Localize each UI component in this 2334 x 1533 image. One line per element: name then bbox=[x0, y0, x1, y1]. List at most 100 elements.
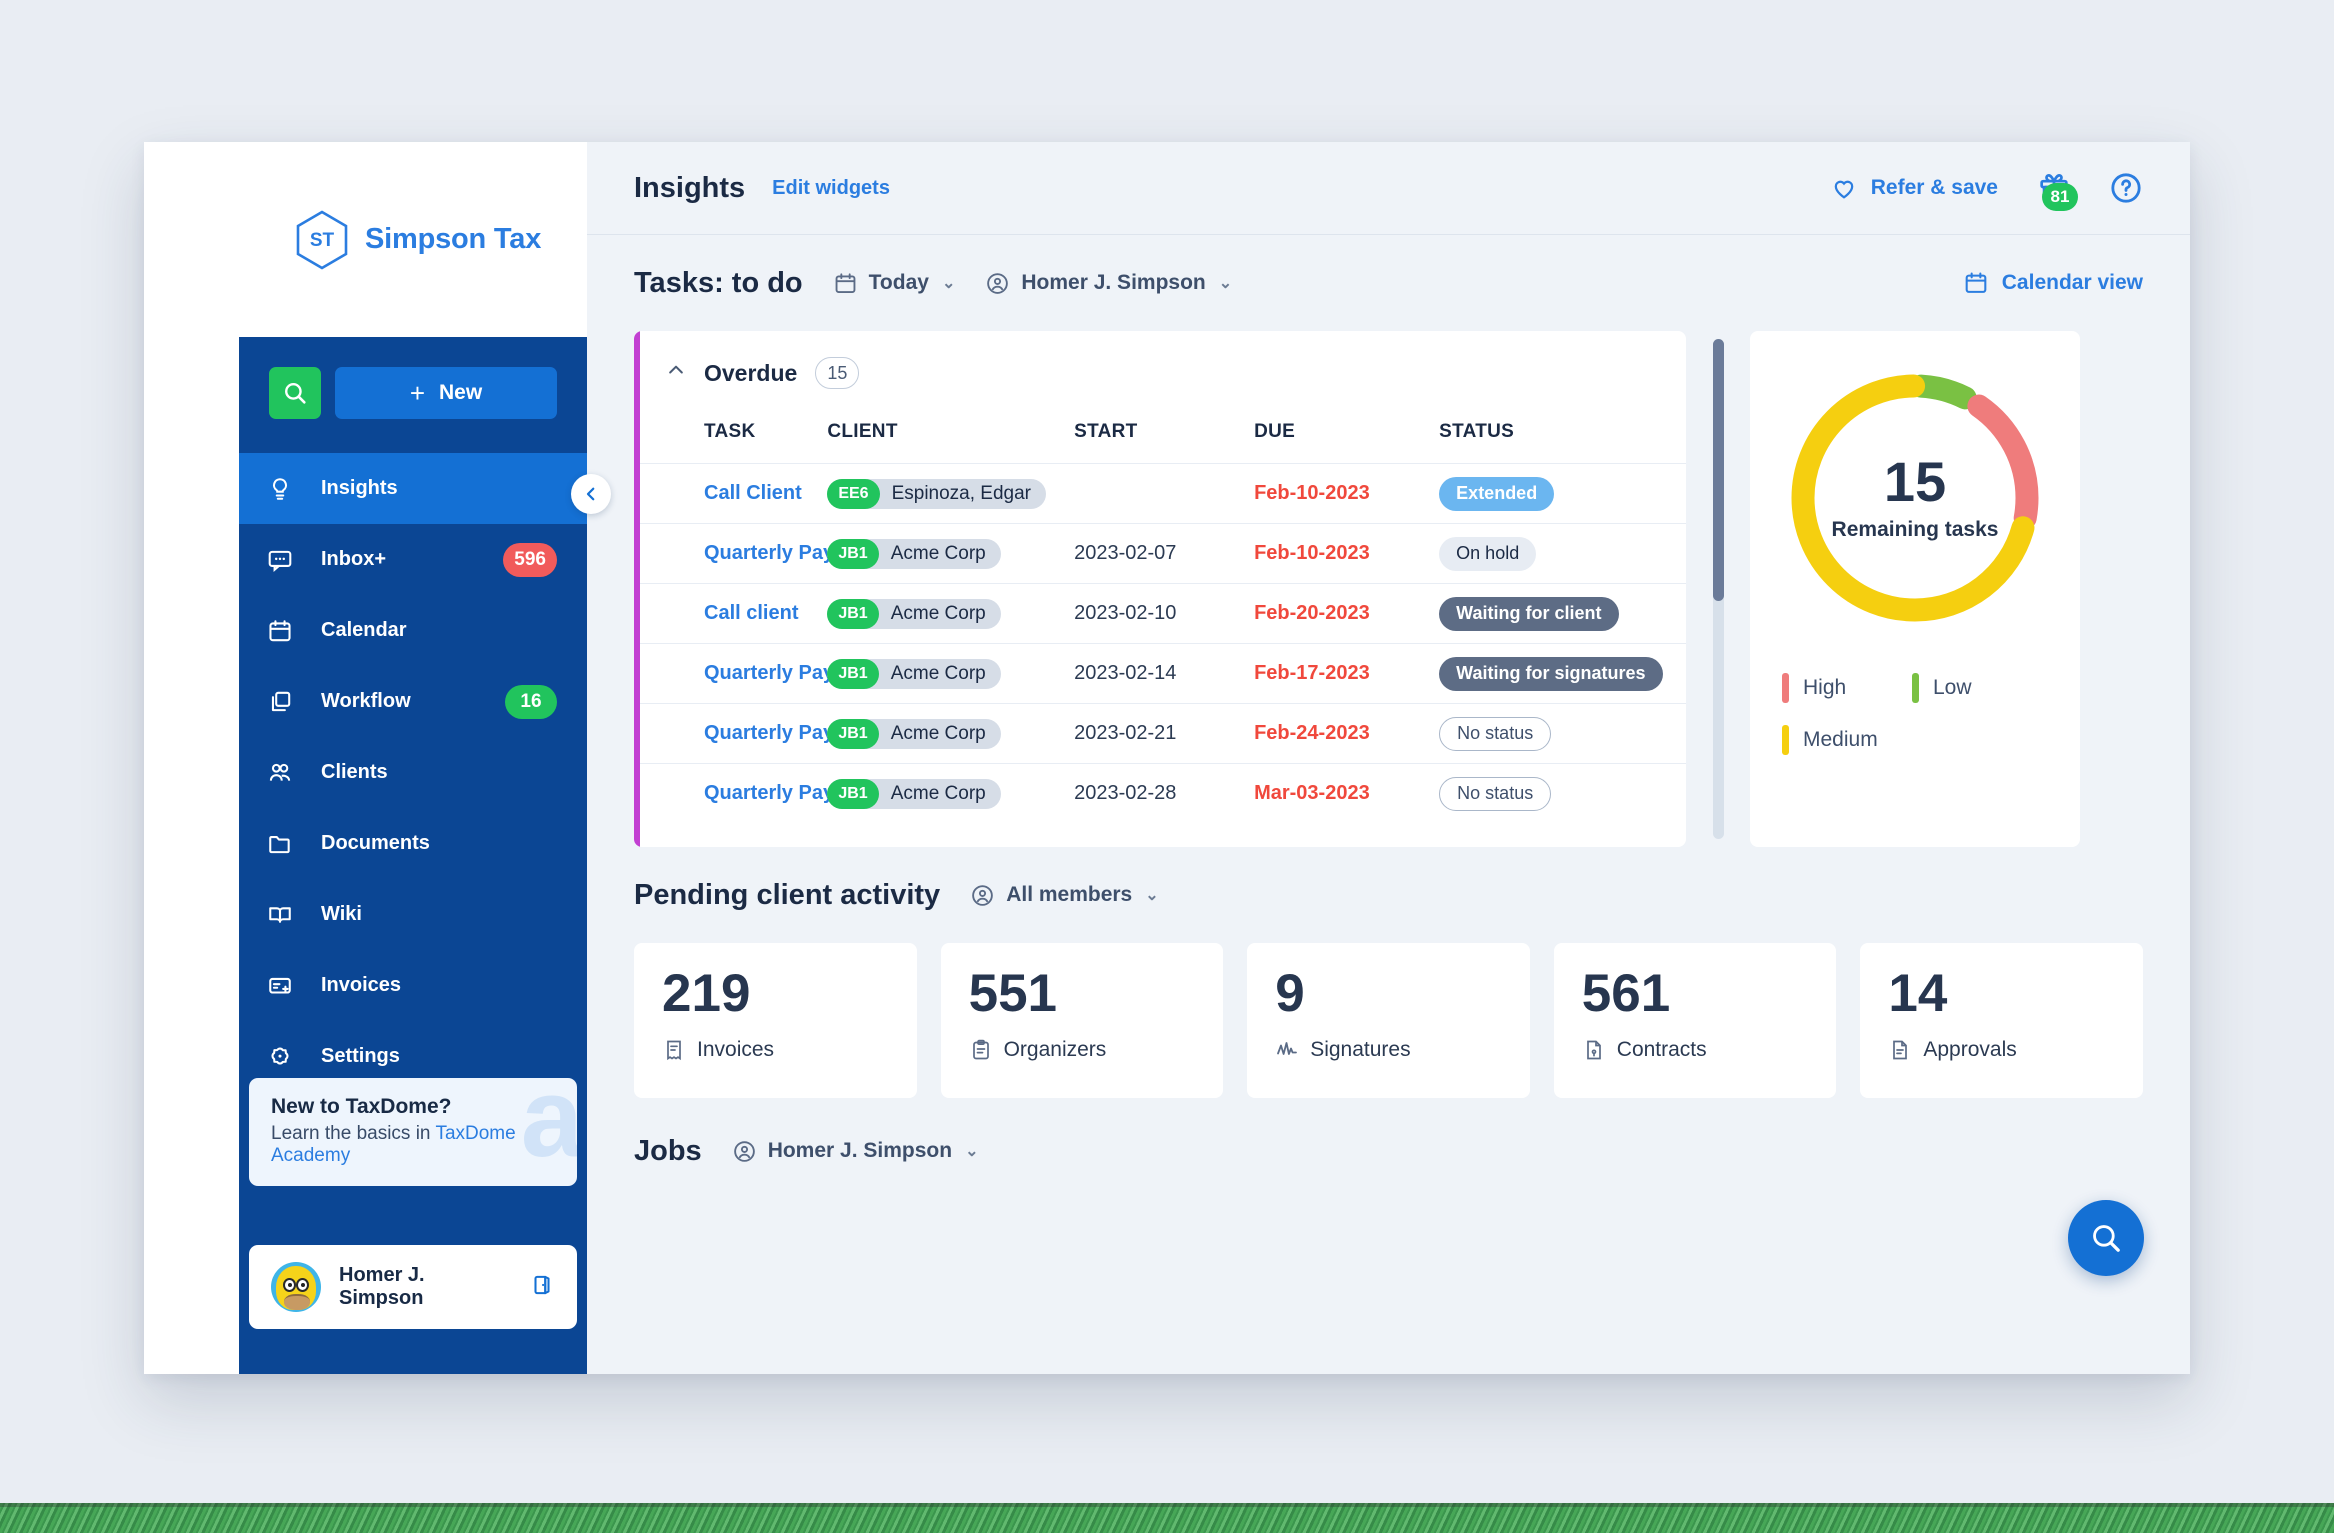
scrollbar-thumb[interactable] bbox=[1713, 339, 1724, 601]
edit-widgets-link[interactable]: Edit widgets bbox=[772, 177, 890, 200]
tasks-date-filter[interactable]: Today ⌄ bbox=[833, 271, 955, 296]
stat-label-wrap: Invoices bbox=[662, 1038, 917, 1062]
stat-card-contracts[interactable]: 561 Contracts bbox=[1553, 943, 1837, 1098]
sidebar-nav: + New Insights Inbox+ 596 Calendar Workf… bbox=[239, 337, 587, 1374]
tasks-date-filter-label: Today bbox=[868, 271, 929, 294]
sidebar-item-documents[interactable]: Documents bbox=[239, 808, 587, 879]
floating-search-button[interactable] bbox=[2068, 1200, 2144, 1276]
client-chip[interactable]: EE6 Espinoza, Edgar bbox=[827, 478, 1046, 509]
sidebar-item-label: Documents bbox=[321, 832, 430, 854]
status-badge[interactable]: No status bbox=[1439, 716, 1552, 751]
client-chip[interactable]: JB1 Acme Corp bbox=[827, 778, 1001, 809]
client-chip[interactable]: JB1 Acme Corp bbox=[827, 598, 1001, 629]
refer-and-save-button[interactable]: Refer & save bbox=[1830, 174, 1998, 202]
task-start-date: 2023-02-10 bbox=[1074, 602, 1177, 624]
logout-icon[interactable] bbox=[529, 1272, 555, 1303]
sidebar-item-clients[interactable]: Clients bbox=[239, 737, 587, 808]
stat-label-wrap: Approvals bbox=[1888, 1038, 2143, 1062]
screenshot-root: ST Simpson Tax + New Insights Inbox+ 596… bbox=[0, 0, 2334, 1533]
stat-label: Contracts bbox=[1616, 1038, 1707, 1061]
task-start-date: 2023-02-14 bbox=[1074, 662, 1177, 684]
clipboard-icon bbox=[972, 1039, 989, 1060]
sidebar-item-label: Inbox+ bbox=[321, 548, 387, 570]
tasks-table: TASK CLIENT START DUE STATUS Call Client… bbox=[634, 405, 1686, 824]
table-row[interactable]: Call Client EE6 Espinoza, Edgar Feb-10-20… bbox=[634, 463, 1686, 524]
table-row[interactable]: Quarterly Payr… JB1 Acme Corp 2023-02-21 … bbox=[634, 703, 1686, 764]
sidebar-item-calendar[interactable]: Calendar bbox=[239, 595, 587, 666]
stat-label-wrap: Contracts bbox=[1582, 1038, 1837, 1062]
status-badge[interactable]: No status bbox=[1439, 776, 1552, 811]
table-row[interactable]: Quarterly Payr… JB1 Acme Corp 2023-02-14 … bbox=[634, 643, 1686, 704]
jobs-member-filter[interactable]: Homer J. Simpson ⌄ bbox=[732, 1139, 978, 1164]
status-badge[interactable]: Waiting for signatures bbox=[1439, 656, 1663, 691]
chat-icon bbox=[267, 547, 301, 573]
calendar-icon bbox=[1965, 272, 1987, 293]
brand-logo[interactable]: ST Simpson Tax bbox=[239, 142, 587, 337]
task-group-header[interactable]: Overdue 15 bbox=[634, 331, 1686, 405]
client-chip[interactable]: JB1 Acme Corp bbox=[827, 658, 1001, 689]
stat-card-organizers[interactable]: 551 Organizers bbox=[940, 943, 1224, 1098]
help-button[interactable] bbox=[2109, 171, 2143, 205]
status-badge[interactable]: Extended bbox=[1439, 476, 1555, 511]
new-button[interactable]: + New bbox=[335, 367, 557, 419]
client-chip[interactable]: JB1 Acme Corp bbox=[827, 718, 1001, 749]
gear-icon bbox=[267, 1044, 301, 1070]
column-header-client[interactable]: CLIENT bbox=[827, 405, 1074, 464]
sidebar-item-label: Workflow bbox=[321, 690, 411, 712]
status-badge[interactable]: On hold bbox=[1439, 536, 1537, 571]
sidebar-item-insights[interactable]: Insights bbox=[239, 453, 587, 524]
client-name: Acme Corp bbox=[890, 542, 986, 564]
legend-item-high[interactable]: High bbox=[1782, 673, 1912, 703]
task-name-link[interactable]: Call Client bbox=[704, 482, 802, 504]
task-name-link[interactable]: Call client bbox=[704, 602, 798, 624]
promo-subtitle: Learn the basics in TaxDome Academy bbox=[271, 1123, 555, 1167]
sidebar: ST Simpson Tax + New Insights Inbox+ 596… bbox=[239, 142, 587, 1374]
column-header-start[interactable]: START bbox=[1074, 405, 1254, 464]
client-code-badge: JB1 bbox=[827, 538, 879, 569]
legend-swatch-low bbox=[1912, 673, 1919, 703]
table-row[interactable]: Call client JB1 Acme Corp 2023-02-10 Feb-… bbox=[634, 583, 1686, 644]
sidebar-item-inbox[interactable]: Inbox+ 596 bbox=[239, 524, 587, 595]
stat-card-approvals[interactable]: 14 Approvals bbox=[1860, 943, 2143, 1098]
user-profile-card[interactable]: Homer J. Simpson bbox=[249, 1245, 577, 1329]
legend-item-low[interactable]: Low bbox=[1912, 673, 1972, 703]
main-content: Insights Edit widgets Refer & save 81 Ta… bbox=[587, 142, 2190, 1374]
stat-label: Organizers bbox=[1003, 1038, 1107, 1061]
stat-card-invoices[interactable]: 219 Invoices bbox=[634, 943, 917, 1098]
jobs-member-filter-label: Homer J. Simpson bbox=[767, 1139, 953, 1162]
tasks-title: Tasks: to do bbox=[634, 266, 803, 299]
chevron-up-icon[interactable] bbox=[666, 360, 686, 386]
pending-member-filter[interactable]: All members ⌄ bbox=[970, 883, 1159, 908]
gift-badge: 81 bbox=[2042, 182, 2078, 211]
client-chip[interactable]: JB1 Acme Corp bbox=[827, 538, 1001, 569]
sidebar-collapse-button[interactable] bbox=[571, 474, 611, 514]
calendar-view-button[interactable]: Calendar view bbox=[1963, 270, 2143, 296]
legend-label: Medium bbox=[1803, 728, 1878, 751]
tasks-scrollbar[interactable] bbox=[1710, 331, 1726, 847]
invoice-icon bbox=[267, 973, 301, 999]
person-circle-icon bbox=[733, 1140, 755, 1162]
stat-card-signatures[interactable]: 9 Signatures bbox=[1247, 943, 1530, 1098]
table-row[interactable]: Quarterly Payr… JB1 Acme Corp 2023-02-07 … bbox=[634, 523, 1686, 584]
search-icon bbox=[2093, 1225, 2120, 1252]
column-header-status[interactable]: STATUS bbox=[1439, 405, 1686, 464]
gift-button[interactable]: 81 bbox=[2037, 169, 2078, 211]
client-code-badge: JB1 bbox=[827, 598, 879, 629]
tasks-member-filter[interactable]: Homer J. Simpson ⌄ bbox=[985, 271, 1232, 296]
sidebar-search-button[interactable] bbox=[269, 367, 321, 419]
workflow-badge: 16 bbox=[505, 684, 557, 719]
legend-swatch-medium bbox=[1782, 725, 1789, 755]
client-code-badge: JB1 bbox=[827, 658, 879, 689]
legend-item-medium[interactable]: Medium bbox=[1782, 725, 1912, 755]
taxdome-academy-promo[interactable]: a New to TaxDome? Learn the basics in Ta… bbox=[249, 1078, 577, 1186]
sidebar-item-workflow[interactable]: Workflow 16 bbox=[239, 666, 587, 737]
people-icon bbox=[267, 760, 301, 786]
column-header-due[interactable]: DUE bbox=[1254, 405, 1439, 464]
status-badge[interactable]: Waiting for client bbox=[1439, 596, 1619, 631]
tasks-section-header: Tasks: to do Today ⌄ Homer J. Simpson ⌄ … bbox=[587, 235, 2190, 331]
remaining-tasks-widget: 15 Remaining tasks High Low Medium bbox=[1750, 331, 2080, 847]
sidebar-item-wiki[interactable]: Wiki bbox=[239, 879, 587, 950]
sidebar-item-invoices[interactable]: Invoices bbox=[239, 950, 587, 1021]
table-row[interactable]: Quarterly Payr… JB1 Acme Corp 2023-02-28 … bbox=[634, 763, 1686, 824]
column-header-task[interactable]: TASK bbox=[634, 405, 827, 464]
